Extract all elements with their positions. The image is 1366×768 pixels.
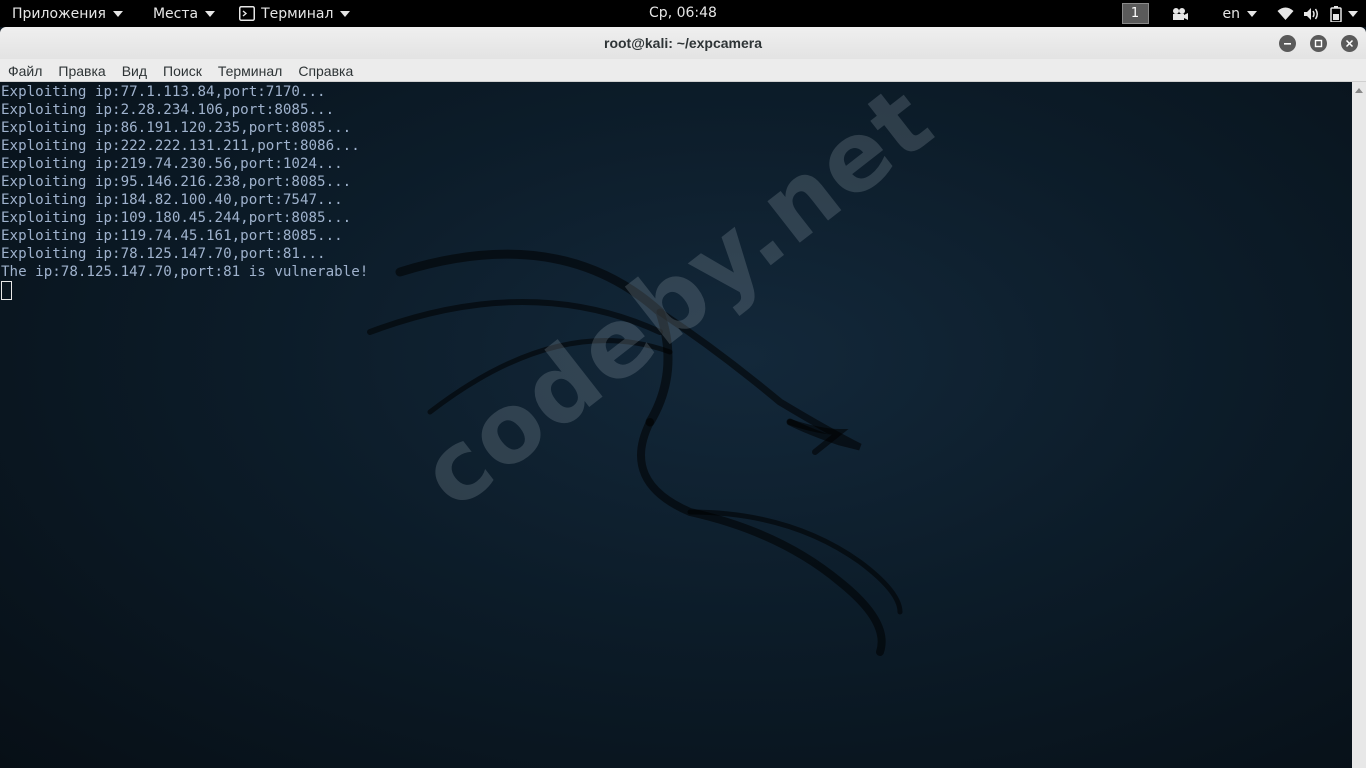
applications-menu[interactable]: Приложения: [0, 0, 131, 27]
terminal-output: Exploiting ip:77.1.113.84,port:7170... E…: [1, 83, 368, 300]
keyboard-layout-menu[interactable]: en: [1209, 0, 1268, 27]
battery-icon[interactable]: [1330, 5, 1342, 22]
keyboard-layout-label: en: [1222, 5, 1241, 22]
camera-icon[interactable]: [1171, 7, 1189, 21]
terminal-window: root@kali: ~/expcamera Файл Правка Вид П…: [0, 27, 1366, 768]
active-app-menu[interactable]: Терминал: [231, 0, 358, 27]
minimize-icon: [1284, 42, 1291, 45]
menu-file[interactable]: Файл: [0, 59, 50, 81]
window-title: root@kali: ~/expcamera: [604, 35, 762, 51]
close-button[interactable]: [1341, 34, 1358, 52]
chevron-down-icon: [112, 10, 123, 17]
output-line: Exploiting ip:2.28.234.106,port:8085...: [1, 102, 335, 118]
chevron-down-icon: [340, 10, 351, 17]
terminal-area[interactable]: codeby.net Exploiting ip:77.1.113.84,por…: [0, 82, 1352, 768]
output-line: Exploiting ip:222.222.131.211,port:8086.…: [1, 138, 360, 154]
system-menu-chevron-icon[interactable]: [1348, 10, 1358, 17]
titlebar[interactable]: root@kali: ~/expcamera: [0, 27, 1366, 59]
top-panel: Приложения Места Терминал Ср, 06:48 1 en: [0, 0, 1366, 27]
menu-help[interactable]: Справка: [290, 59, 361, 81]
chevron-down-icon: [205, 10, 216, 17]
menu-edit[interactable]: Правка: [50, 59, 113, 81]
menu-search[interactable]: Поиск: [155, 59, 210, 81]
menu-view[interactable]: Вид: [114, 59, 155, 81]
output-line: Exploiting ip:95.146.216.238,port:8085..…: [1, 174, 352, 190]
scrollbar[interactable]: [1352, 82, 1366, 768]
output-line-vulnerable: The ip:78.125.147.70,port:81 is vulnerab…: [1, 264, 369, 280]
output-line: Exploiting ip:86.191.120.235,port:8085..…: [1, 120, 352, 136]
applications-menu-label: Приложения: [12, 5, 106, 22]
workspace-indicator[interactable]: 1: [1121, 3, 1149, 24]
output-line: Exploiting ip:77.1.113.84,port:7170...: [1, 84, 326, 100]
close-icon: [1345, 39, 1354, 47]
maximize-button[interactable]: [1310, 34, 1327, 52]
places-menu[interactable]: Места: [145, 0, 223, 27]
chevron-down-icon: [1247, 10, 1257, 17]
wifi-icon[interactable]: [1277, 7, 1294, 20]
clock[interactable]: Ср, 06:48: [649, 5, 717, 21]
menubar: Файл Правка Вид Поиск Терминал Справка: [0, 59, 1366, 82]
maximize-icon: [1314, 39, 1323, 47]
output-line: Exploiting ip:184.82.100.40,port:7547...: [1, 192, 343, 208]
output-line: Exploiting ip:78.125.147.70,port:81...: [1, 246, 326, 262]
system-tray: 1 en: [1121, 0, 1366, 27]
text-cursor: [1, 281, 12, 300]
output-line: Exploiting ip:219.74.230.56,port:1024...: [1, 156, 343, 172]
active-app-label: Терминал: [261, 5, 334, 22]
output-line: Exploiting ip:109.180.45.244,port:8085..…: [1, 210, 352, 226]
minimize-button[interactable]: [1279, 34, 1296, 52]
menu-terminal[interactable]: Терминал: [210, 59, 290, 81]
window-controls: [1279, 27, 1358, 59]
terminal-app-icon: [239, 6, 256, 21]
scroll-up-icon[interactable]: [1355, 88, 1363, 93]
volume-icon[interactable]: [1303, 7, 1321, 21]
places-menu-label: Места: [152, 5, 199, 22]
output-line: Exploiting ip:119.74.45.161,port:8085...: [1, 228, 343, 244]
